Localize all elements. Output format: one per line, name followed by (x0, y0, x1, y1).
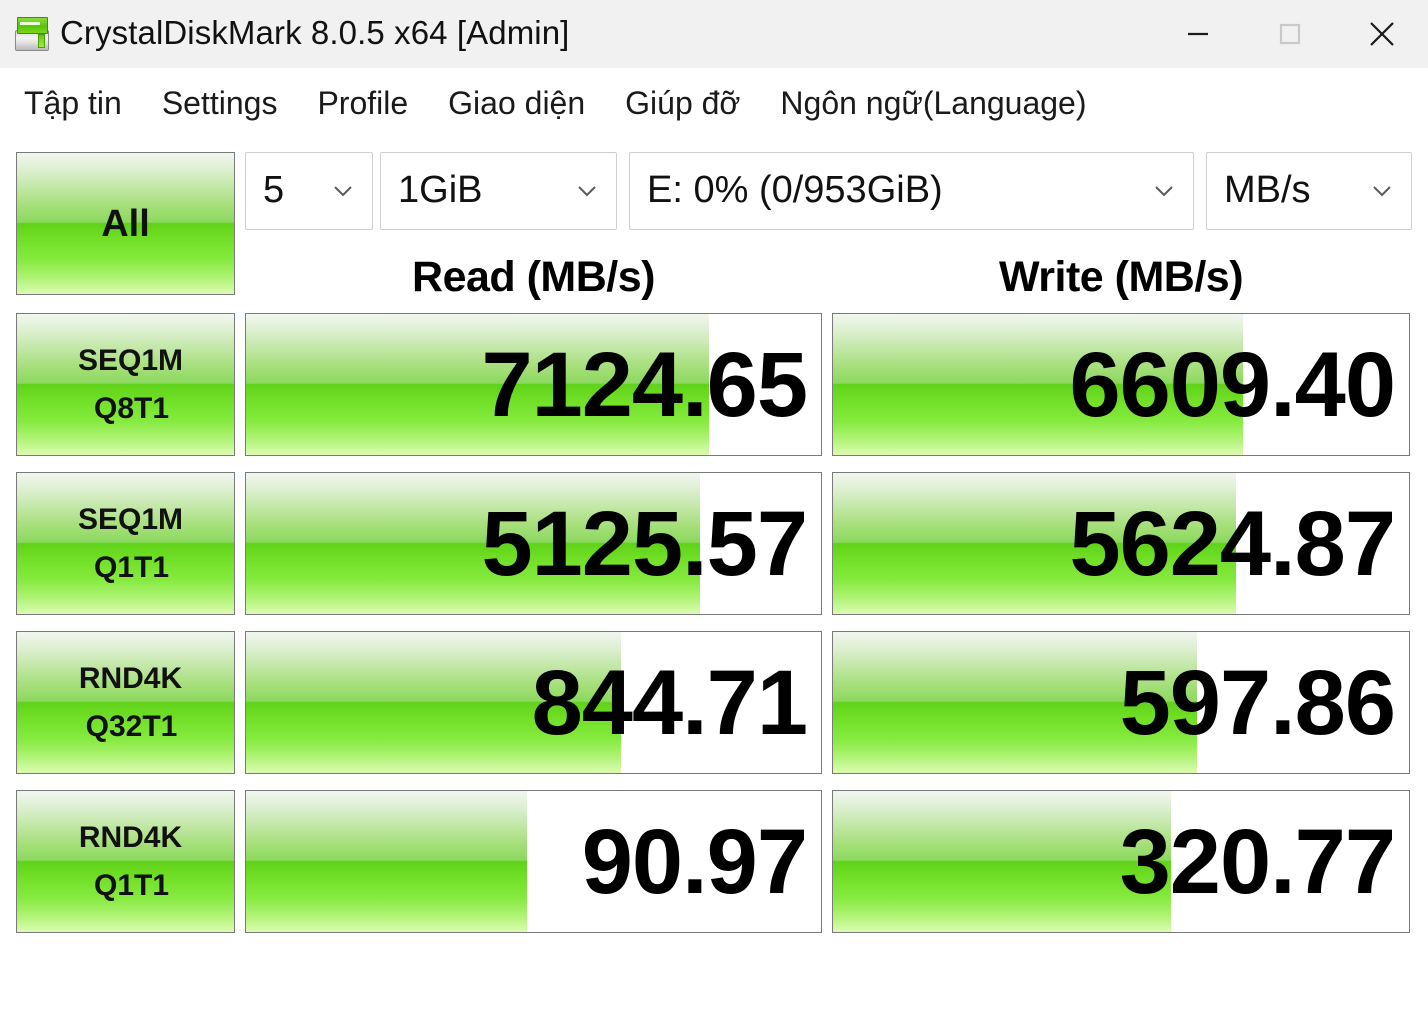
write-result-cell: 5624.87 (832, 472, 1410, 615)
read-result-value: 90.97 (581, 810, 808, 913)
write-result-value: 597.86 (1119, 651, 1396, 754)
test-label-bottom: Q32T1 (85, 709, 178, 743)
read-result-cell: 7124.65 (245, 313, 822, 456)
window-controls (1152, 0, 1428, 68)
test-label-top: RND4K (78, 820, 183, 854)
test-button-seq1m-q1t1[interactable]: SEQ1M Q1T1 (16, 472, 235, 615)
read-result-value: 7124.65 (481, 333, 808, 436)
write-result-value: 6609.40 (1069, 333, 1396, 436)
table-row: RND4K Q1T1 90.97 320.77 (0, 790, 1428, 933)
menu-item-theme[interactable]: Giao diện (428, 87, 605, 119)
unit-select[interactable]: MB/s (1206, 152, 1412, 230)
menu-item-settings[interactable]: Settings (142, 87, 298, 119)
table-row: RND4K Q32T1 844.71 597.86 (0, 631, 1428, 774)
drive-select[interactable]: E: 0% (0/953GiB) (629, 152, 1194, 230)
menu-bar: Tập tin Settings Profile Giao diện Giúp … (0, 68, 1428, 138)
maximize-button[interactable] (1244, 0, 1336, 68)
test-label-top: RND4K (78, 661, 183, 695)
chevron-down-icon (566, 178, 616, 204)
write-result-cell: 6609.40 (832, 313, 1410, 456)
chevron-down-icon (1361, 178, 1411, 204)
window-title: CrystalDiskMark 8.0.5 x64 [Admin] (60, 13, 570, 51)
read-result-value: 5125.57 (481, 492, 808, 595)
read-result-cell: 90.97 (245, 790, 822, 933)
menu-item-language[interactable]: Ngôn ngữ(Language) (760, 87, 1106, 119)
write-result-cell: 320.77 (832, 790, 1410, 933)
read-bar-fill (246, 791, 528, 932)
test-label-bottom: Q8T1 (93, 391, 170, 425)
test-button-rnd4k-q1t1[interactable]: RND4K Q1T1 (16, 790, 235, 933)
minimize-icon (1188, 32, 1208, 36)
read-result-cell: 5125.57 (245, 472, 822, 615)
close-icon (1370, 22, 1394, 46)
test-label-bottom: Q1T1 (93, 550, 170, 584)
menu-item-help[interactable]: Giúp đỡ (605, 87, 760, 119)
maximize-icon (1279, 23, 1301, 45)
read-column-header: Read (MB/s) (412, 252, 655, 301)
chevron-down-icon (1143, 178, 1193, 204)
table-row: SEQ1M Q1T1 5125.57 5624.87 (0, 472, 1428, 615)
test-size-select[interactable]: 1GiB (380, 152, 617, 230)
test-label-top: SEQ1M (77, 502, 184, 536)
test-count-value: 5 (263, 168, 285, 211)
read-result-value: 844.71 (531, 651, 808, 754)
minimize-button[interactable] (1152, 0, 1244, 68)
test-label-top: SEQ1M (77, 343, 184, 377)
read-result-cell: 844.71 (245, 631, 822, 774)
results-grid: SEQ1M Q8T1 7124.65 6609.40 SEQ1M Q1T1 51… (0, 313, 1428, 949)
test-count-select[interactable]: 5 (245, 152, 373, 230)
test-size-value: 1GiB (398, 168, 483, 211)
close-button[interactable] (1336, 0, 1428, 68)
write-column-header: Write (MB/s) (998, 252, 1244, 301)
chevron-down-icon (322, 178, 372, 204)
test-button-seq1m-q8t1[interactable]: SEQ1M Q8T1 (16, 313, 235, 456)
table-row: SEQ1M Q8T1 7124.65 6609.40 (0, 313, 1428, 456)
unit-value: MB/s (1224, 168, 1311, 211)
crystaldiskmark-icon (12, 14, 52, 54)
write-result-value: 320.77 (1119, 810, 1396, 913)
title-bar: CrystalDiskMark 8.0.5 x64 [Admin] (0, 0, 1428, 68)
menu-item-profile[interactable]: Profile (297, 87, 428, 119)
crystaldiskmark-window: CrystalDiskMark 8.0.5 x64 [Admin] Tập ti… (0, 0, 1428, 1029)
menu-item-file[interactable]: Tập tin (4, 87, 142, 119)
write-result-cell: 597.86 (832, 631, 1410, 774)
drive-value: E: 0% (0/953GiB) (647, 168, 943, 211)
test-label-bottom: Q1T1 (93, 868, 170, 902)
toolbar: 5 1GiB E: 0% (0/953GiB) MB/s (0, 152, 1428, 232)
test-button-rnd4k-q32t1[interactable]: RND4K Q32T1 (16, 631, 235, 774)
write-result-value: 5624.87 (1069, 492, 1396, 595)
